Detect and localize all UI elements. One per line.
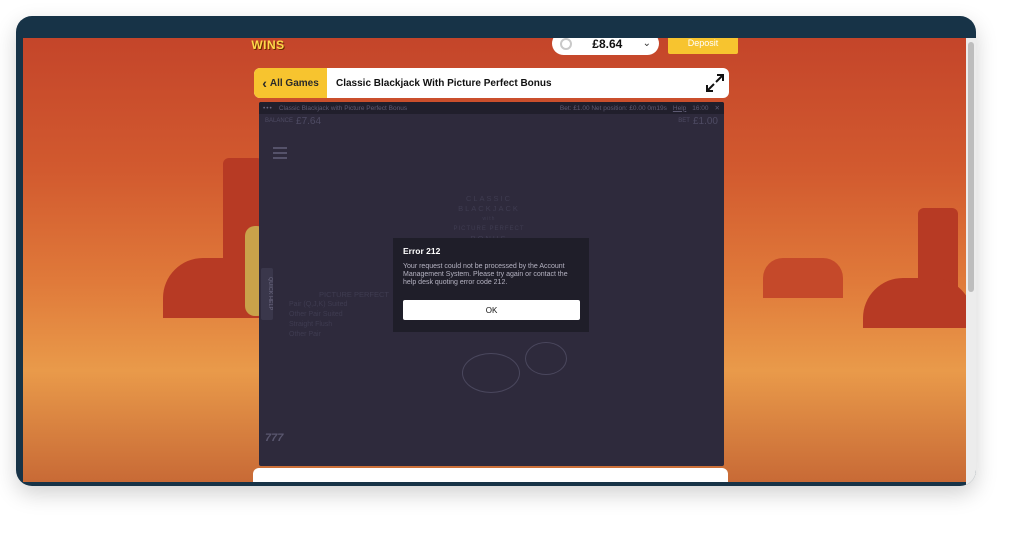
ok-button[interactable]: OK: [403, 300, 580, 320]
chevron-left-icon: ‹: [262, 75, 267, 91]
close-icon[interactable]: ✕: [715, 104, 720, 112]
mesa-far: [763, 258, 843, 298]
game-title-bar: ‹ All Games Classic Blackjack With Pictu…: [254, 68, 729, 98]
game-window-title: Classic Blackjack with Picture Perfect B…: [278, 104, 408, 112]
slots-777-icon[interactable]: 777: [265, 432, 283, 444]
expand-icon[interactable]: [699, 68, 729, 98]
paytable-row: Pair (Q,J,K) Suited: [289, 301, 348, 308]
game-window: ••• Classic Blackjack with Picture Perfe…: [259, 102, 724, 466]
page-scrollbar[interactable]: [966, 38, 976, 486]
bet-value: £1.00: [692, 115, 718, 127]
game-status: Bet: £1.00 Net position: £0.00 0m19s: [559, 104, 667, 112]
balance-label: BALANCE: [265, 118, 294, 124]
side-bet-spot[interactable]: [525, 342, 567, 375]
help-link[interactable]: Help: [673, 105, 686, 112]
bet-label: BET: [678, 118, 690, 124]
paytable-row: Other Pair Suited: [289, 311, 343, 318]
balance-value: £7.64: [296, 115, 322, 127]
deposit-button[interactable]: Deposit: [668, 38, 738, 54]
all-games-label: All Games: [269, 77, 319, 89]
balance-amount: £8.64: [592, 38, 623, 51]
paytable: PICTURE PERFECT Pair (Q,J,K) Suited Othe…: [289, 290, 389, 340]
balance-dropdown[interactable]: £8.64 ⌄: [552, 38, 659, 55]
page-viewport: WINS £8.64 ⌄ Deposit ‹ All Games Classic…: [23, 38, 966, 482]
quick-help-tab[interactable]: QUICK HELP: [261, 268, 273, 320]
all-games-button[interactable]: ‹ All Games: [254, 68, 327, 98]
game-title: Classic Blackjack With Picture Perfect B…: [336, 77, 552, 89]
paytable-title: PICTURE PERFECT: [319, 290, 390, 299]
browser-frame: WINS £8.64 ⌄ Deposit ‹ All Games Classic…: [16, 16, 976, 486]
coin-icon: [560, 38, 572, 50]
paytable-row: Straight Flush: [289, 321, 333, 328]
game-balance-row: BALANCE £7.64 BET £1.00: [259, 114, 724, 128]
scrollbar-thumb[interactable]: [968, 42, 974, 292]
dialog-message: Your request could not be processed by t…: [403, 263, 568, 286]
dialog-title: Error 212: [403, 246, 441, 256]
game-top-strip: ••• Classic Blackjack with Picture Perfe…: [259, 102, 724, 114]
game-logo: CLASSIC BLACKJACK with PICTURE PERFECT B…: [453, 194, 525, 243]
mesa-right-base: [863, 278, 966, 328]
error-dialog: Error 212 Your request could not be proc…: [393, 238, 589, 332]
paytable-row: Other Pair: [289, 331, 321, 338]
site-logo[interactable]: WINS: [251, 38, 285, 52]
main-bet-spot[interactable]: [462, 353, 520, 393]
chevron-down-icon: ⌄: [642, 38, 651, 49]
game-clock: 16:00: [692, 104, 709, 112]
bottom-panel: [253, 468, 728, 482]
hamburger-menu-icon[interactable]: [273, 144, 293, 160]
menu-dots-icon[interactable]: •••: [263, 105, 273, 112]
